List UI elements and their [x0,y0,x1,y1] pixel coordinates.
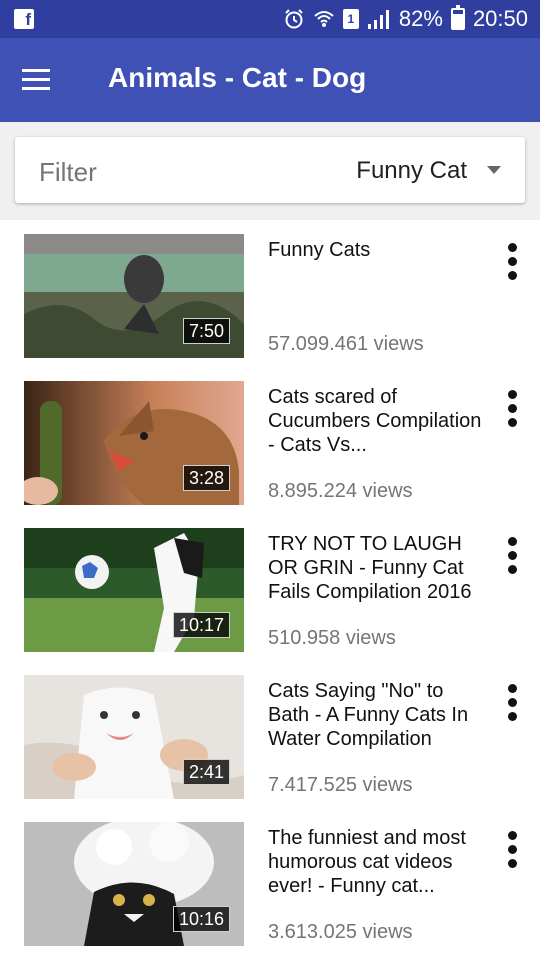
alarm-icon [283,8,305,30]
filter-selected-value: Funny Cat [356,157,467,184]
filter-label: Filter [39,157,97,187]
video-title[interactable]: TRY NOT TO LAUGH OR GRIN - Funny Cat Fai… [268,532,486,604]
video-duration: 3:28 [182,465,230,491]
more-options-icon[interactable] [500,681,526,725]
video-thumbnail[interactable]: 10:16 [24,822,244,946]
signal-icon [367,8,391,30]
clock-time: 20:50 [472,6,528,31]
video-title[interactable]: The funniest and most humorous cat video… [268,826,486,898]
video-thumbnail[interactable]: 7:50 [24,234,244,358]
dropdown-caret-icon [487,166,501,174]
filter-dropdown[interactable]: Filter Funny Cat [15,137,525,203]
video-list-item[interactable]: 10:17 TRY NOT TO LAUGH OR GRIN - Funny C… [0,514,540,661]
video-views: 3.613.025 views [268,921,413,943]
more-options-icon[interactable] [500,387,526,431]
video-list-item[interactable]: 7:50 Funny Cats 57.099.461 views [0,220,540,367]
video-duration: 10:16 [172,906,230,932]
battery-icon [450,5,465,30]
video-thumbnail[interactable]: 3:28 [24,381,244,505]
video-views: 510.958 views [268,627,396,649]
facebook-icon: f [14,9,34,29]
wifi-icon [313,8,335,30]
video-duration: 2:41 [182,759,230,785]
video-views: 57.099.461 views [268,333,424,355]
app-bar: Animals - Cat - Dog [0,38,540,122]
video-list-item[interactable]: 2:41 Cats Saying "No" to Bath - A Funny … [0,661,540,808]
video-thumbnail[interactable]: 10:17 [24,528,244,652]
video-views: 7.417.525 views [268,774,413,796]
more-options-icon[interactable] [500,534,526,578]
video-views: 8.895.224 views [268,480,413,502]
battery-percent: 82% [398,6,443,31]
filter-area: Filter Funny Cat [0,122,540,220]
more-options-icon[interactable] [500,828,526,872]
video-title[interactable]: Cats scared of Cucumbers Compilation - C… [268,385,486,457]
video-duration: 7:50 [182,318,230,344]
video-list-item[interactable]: 3:28 Cats scared of Cucumbers Compilatio… [0,367,540,514]
status-icons: 1 82% 20:50 [283,0,528,38]
status-bar: f 1 82% 20:50 [0,0,540,38]
video-thumbnail[interactable]: 2:41 [24,675,244,799]
sim-icon: 1 [342,9,359,29]
app-title: Animals - Cat - Dog [108,62,367,93]
video-duration: 10:17 [172,612,230,638]
video-title[interactable]: Funny Cats [268,238,486,262]
video-list-item[interactable]: 10:16 The funniest and most humorous cat… [0,808,540,955]
video-list: 7:50 Funny Cats 57.099.461 views 3:28 Ca… [0,220,540,955]
hamburger-menu-icon[interactable] [14,60,58,100]
more-options-icon[interactable] [500,240,526,284]
video-title[interactable]: Cats Saying "No" to Bath - A Funny Cats … [268,679,486,751]
